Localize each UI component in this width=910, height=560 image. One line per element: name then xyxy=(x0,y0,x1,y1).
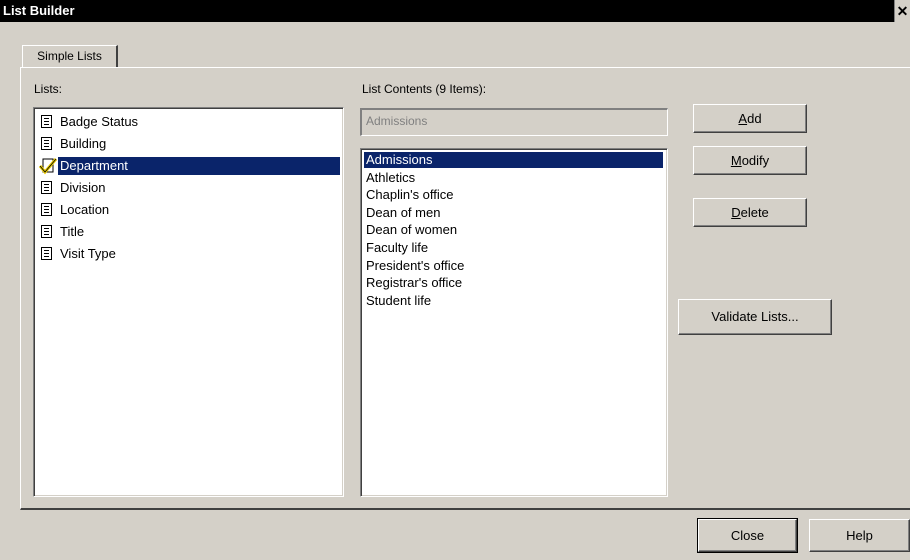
modify-button[interactable]: Modify xyxy=(693,146,807,175)
close-button[interactable]: Close xyxy=(697,518,798,553)
content-item[interactable]: Chaplin's office xyxy=(364,187,663,203)
content-item[interactable]: Faculty life xyxy=(364,240,663,256)
list-item-label: Department xyxy=(58,157,340,175)
content-item[interactable]: Registrar's office xyxy=(364,275,663,291)
content-item[interactable]: Student life xyxy=(364,293,663,309)
document-list-icon xyxy=(41,225,52,238)
close-icon[interactable]: ✕ xyxy=(894,0,910,22)
item-edit-field[interactable]: Admissions xyxy=(360,108,668,136)
document-list-icon xyxy=(41,181,52,194)
content-item[interactable]: Athletics xyxy=(364,170,663,186)
list-item-visit-type[interactable]: Visit Type xyxy=(37,245,335,263)
help-button[interactable]: Help xyxy=(809,519,910,552)
list-item-label: Building xyxy=(60,136,107,151)
content-item[interactable]: Admissions xyxy=(364,152,663,168)
lists-label: Lists: xyxy=(34,82,63,96)
list-contents-listbox[interactable]: Admissions Athletics Chaplin's office Dean … xyxy=(360,148,668,497)
tab-simple-lists[interactable]: Simple Lists xyxy=(22,45,118,67)
checkmark-icon xyxy=(39,158,57,175)
document-list-icon xyxy=(41,247,52,260)
list-item-label: Title xyxy=(60,224,85,239)
list-item-division[interactable]: Division xyxy=(37,179,335,197)
list-item-label: Visit Type xyxy=(60,246,116,261)
title-bar: List Builder ✕ xyxy=(0,0,910,22)
content-item[interactable]: Dean of men xyxy=(364,205,663,221)
list-item-building[interactable]: Building xyxy=(37,135,335,153)
list-item-label: Division xyxy=(60,180,106,195)
document-list-icon xyxy=(41,203,52,216)
lists-listbox[interactable]: Badge Status Building Department Division Lo… xyxy=(33,107,344,497)
list-item-badge-status[interactable]: Badge Status xyxy=(37,113,335,131)
list-item-department[interactable]: Department xyxy=(37,157,340,175)
list-item-label: Badge Status xyxy=(60,114,139,129)
content-item[interactable]: Dean of women xyxy=(364,222,663,238)
list-contents-label: List Contents (9 Items): xyxy=(362,82,487,96)
list-item-title[interactable]: Title xyxy=(37,223,335,241)
add-button[interactable]: Add xyxy=(693,104,807,133)
document-list-icon xyxy=(41,115,52,128)
delete-button[interactable]: Delete xyxy=(693,198,807,227)
list-item-label: Location xyxy=(60,202,110,217)
validate-lists-button[interactable]: Validate Lists... xyxy=(678,299,832,335)
list-item-location[interactable]: Location xyxy=(37,201,335,219)
content-item[interactable]: President's office xyxy=(364,258,663,274)
window-title: List Builder xyxy=(3,3,75,18)
document-list-icon xyxy=(41,137,52,150)
